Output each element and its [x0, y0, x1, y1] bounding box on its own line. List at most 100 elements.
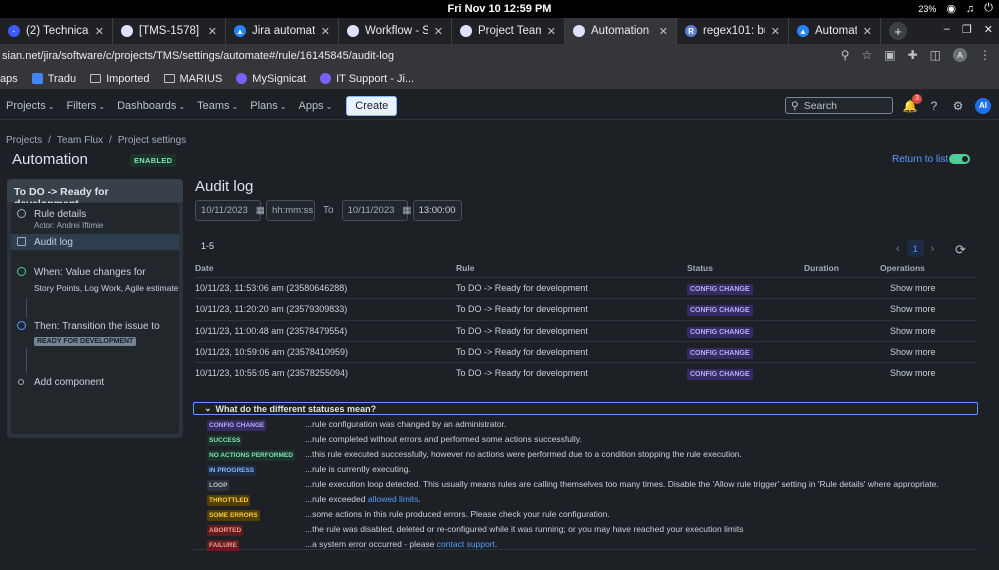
- statuses-expander[interactable]: ⌄ What do the different statuses mean?: [193, 402, 978, 415]
- to-time-field[interactable]: 13:00:00: [412, 200, 462, 221]
- maximize-icon[interactable]: ❐: [962, 23, 972, 36]
- breadcrumb-link[interactable]: Project settings: [118, 135, 186, 146]
- bookmark-item[interactable]: Imported: [90, 73, 150, 85]
- browser-tab[interactable]: [TMS-1578] test i ✕: [113, 18, 226, 44]
- next-page-icon[interactable]: ›: [931, 243, 935, 255]
- show-more-button[interactable]: Show more: [890, 283, 936, 293]
- system-clock: Fri Nov 10 12:59 PM: [447, 3, 552, 15]
- close-tab-icon[interactable]: ✕: [771, 25, 780, 38]
- calendar-icon: ▦: [402, 205, 412, 216]
- tab-favicon: ·: [8, 25, 20, 37]
- help-icon[interactable]: ?: [927, 99, 941, 113]
- from-time-field[interactable]: hh:mm:ss: [266, 200, 315, 221]
- nav-item-filters[interactable]: Filters ⌄: [66, 100, 105, 112]
- bookmark-item[interactable]: Tradu: [31, 73, 76, 85]
- browser-tab[interactable]: · (2) Technical Co ✕: [0, 18, 113, 44]
- from-date-field[interactable]: 10/11/2023 ▦: [195, 200, 265, 221]
- browser-tab[interactable]: Project Team Flu ✕: [452, 18, 565, 44]
- show-more-button[interactable]: Show more: [890, 347, 936, 357]
- row-date: 10/11/23, 11:53:06 am (23580646288): [195, 283, 348, 294]
- tab-favicon: [573, 25, 585, 37]
- bookmark-item[interactable]: IT Support - Ji...: [320, 73, 414, 85]
- trigger-component[interactable]: When: Value changes for Story Points, Lo…: [11, 266, 179, 295]
- close-window-icon[interactable]: ✕: [984, 23, 993, 36]
- browser-tab[interactable]: ▲ Automation rule ✕: [789, 18, 881, 44]
- new-tab-button[interactable]: +: [889, 22, 907, 40]
- return-to-list-link[interactable]: Return to list: [892, 154, 948, 165]
- breadcrumb-link[interactable]: Team Flux: [57, 135, 103, 146]
- bookmark-favicon: [320, 73, 332, 84]
- close-tab-icon[interactable]: ✕: [434, 25, 443, 38]
- close-tab-icon[interactable]: ✕: [863, 25, 872, 38]
- info-icon: [17, 209, 26, 218]
- sidepanel-icon[interactable]: ◫: [930, 48, 941, 62]
- bookmark-star-icon[interactable]: ☆: [861, 48, 872, 62]
- browser-tab[interactable]: ▲ Jira automation ✕: [226, 18, 339, 44]
- rule-enabled-toggle[interactable]: [949, 154, 970, 164]
- close-tab-icon[interactable]: ✕: [95, 25, 104, 38]
- url-field[interactable]: sian.net/jira/software/c/projects/TMS/se…: [0, 50, 394, 62]
- show-more-button[interactable]: Show more: [890, 368, 936, 378]
- close-tab-icon[interactable]: ✕: [321, 25, 330, 38]
- zoom-icon[interactable]: ⚲: [841, 48, 850, 62]
- row-status: CONFIG CHANGE: [687, 326, 753, 338]
- action-component[interactable]: Then: Transition the issue to READY FOR …: [11, 320, 179, 346]
- minimize-icon[interactable]: –: [944, 23, 950, 36]
- nav-item-plans[interactable]: Plans ⌄: [250, 100, 286, 112]
- close-tab-icon[interactable]: ✕: [208, 25, 217, 38]
- refresh-icon[interactable]: ⟳: [955, 242, 966, 258]
- table-row: 10/11/23, 11:00:48 am (23578479554) To DO…: [195, 319, 977, 341]
- nav-item-teams[interactable]: Teams ⌄: [197, 100, 238, 112]
- status-chip: NO ACTIONS PERFORMED: [207, 449, 295, 461]
- browser-tab[interactable]: Workflow - Signi ✕: [339, 18, 452, 44]
- page-title: Automation: [12, 151, 88, 168]
- nav-item-apps[interactable]: Apps ⌄: [298, 100, 332, 112]
- user-avatar[interactable]: AI: [975, 97, 991, 114]
- bookmark-item[interactable]: MySignicat: [236, 73, 306, 85]
- power-icon[interactable]: ⏻: [984, 2, 993, 15]
- legend-row: THROTTLED ...rule exceeded allowed limits…: [207, 491, 977, 507]
- browser-menu-icon[interactable]: ⋮: [979, 48, 991, 62]
- show-more-button[interactable]: Show more: [890, 326, 936, 336]
- nav-item-projects[interactable]: Projects ⌄: [6, 100, 54, 112]
- rule-details-label: Rule details: [34, 209, 87, 220]
- bookmark-item[interactable]: MARIUS: [163, 73, 222, 85]
- help-link[interactable]: contact support: [437, 539, 495, 549]
- rule-actor: Actor: Andrei Iftimie: [34, 221, 104, 230]
- chevron-down-icon: ⌄: [178, 101, 186, 111]
- nav-item-dashboards[interactable]: Dashboards ⌄: [117, 100, 185, 112]
- flow-connector: [26, 298, 27, 318]
- bookmark-label: MySignicat: [252, 72, 307, 85]
- create-button[interactable]: Create: [346, 95, 398, 116]
- browser-profile-avatar[interactable]: A: [953, 48, 967, 62]
- tab-favicon: [347, 25, 359, 37]
- close-tab-icon[interactable]: ✕: [659, 25, 668, 38]
- browser-tab[interactable]: Rregex101: build, ✕: [677, 18, 789, 44]
- bookmark-item[interactable]: aps: [0, 73, 18, 85]
- chevron-down-icon: ⌄: [325, 101, 333, 111]
- help-link[interactable]: allowed limits: [368, 494, 419, 504]
- audit-log-item[interactable]: Audit log: [11, 234, 179, 250]
- show-more-button[interactable]: Show more: [890, 304, 936, 314]
- status-description: ...the rule was disabled, deleted or re-…: [305, 524, 743, 534]
- search-input[interactable]: ⚲ Search: [785, 97, 893, 114]
- extensions-icon[interactable]: ✚: [908, 48, 918, 62]
- table-row: 10/11/23, 11:53:06 am (23580646288) To DO…: [195, 277, 977, 298]
- breadcrumb-link[interactable]: Projects: [6, 135, 42, 146]
- current-page[interactable]: 1: [906, 240, 924, 257]
- row-rule: To DO -> Ready for development: [456, 283, 588, 294]
- browser-tab[interactable]: Automation - Jir ✕: [565, 18, 677, 44]
- prev-page-icon[interactable]: ‹: [896, 243, 900, 255]
- nav-item-label: Dashboards: [117, 99, 177, 112]
- status-description: ...rule completed without errors and per…: [305, 434, 582, 444]
- screenshot-icon[interactable]: ▣: [884, 48, 895, 62]
- add-component-button[interactable]: Add component: [11, 376, 179, 389]
- translate-icon: [31, 73, 43, 84]
- to-date-field[interactable]: 10/11/2023 ▦: [341, 200, 412, 221]
- settings-gear-icon[interactable]: ⚙: [951, 99, 965, 113]
- notifications-icon[interactable]: 🔔 3: [903, 93, 922, 113]
- volume-icon[interactable]: ♫: [966, 3, 974, 15]
- rule-details-item[interactable]: Rule details Actor: Andrei Iftimie: [11, 208, 179, 230]
- close-tab-icon[interactable]: ✕: [547, 25, 556, 38]
- wifi-icon[interactable]: ◉: [946, 2, 956, 15]
